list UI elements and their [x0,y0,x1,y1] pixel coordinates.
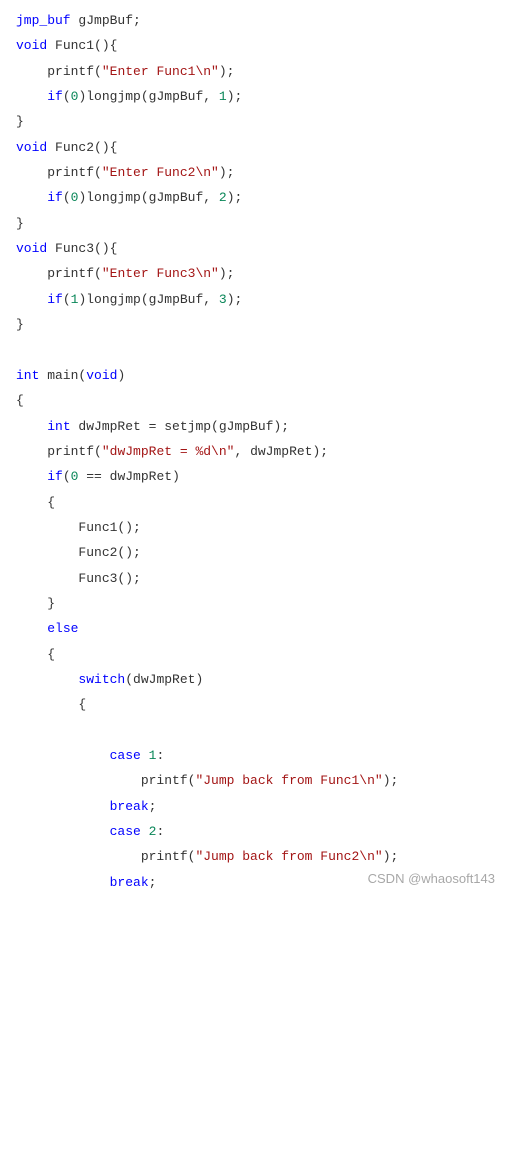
paren: ( [94,64,102,79]
string-literal: "Enter Func1\n" [102,64,219,79]
semi: ; [149,799,157,814]
paren: ); [219,266,235,281]
paren: ); [383,849,399,864]
paren: ( [63,89,71,104]
function-name: main( [39,368,86,383]
text: ); [227,89,243,104]
paren: ( [63,469,71,484]
space [141,824,149,839]
text: ); [227,292,243,307]
brace: { [47,495,55,510]
paren: ); [219,165,235,180]
paren: ( [63,190,71,205]
paren: ); [219,64,235,79]
paren: ); [383,773,399,788]
keyword-int: int [47,419,70,434]
call-printf: printf [47,266,94,281]
call-printf: printf [47,64,94,79]
keyword-if: if [47,190,63,205]
call-printf: printf [141,773,188,788]
identifier: gJmpBuf; [71,13,141,28]
string-literal: "Jump back from Func2\n" [195,849,382,864]
text: )longjmp(gJmpBuf, [78,89,218,104]
brace: { [78,697,86,712]
semi: ; [149,875,157,890]
paren: ( [94,444,102,459]
paren: ( [63,292,71,307]
keyword-if: if [47,292,63,307]
brace: } [16,216,24,231]
brace: { [47,647,55,662]
call-printf: printf [47,444,94,459]
call: Func2(); [78,545,140,560]
function-name: Func1(){ [47,38,117,53]
text: )longjmp(gJmpBuf, [78,190,218,205]
keyword-case: case [110,748,141,763]
call: Func1(); [78,520,140,535]
function-name: Func2(){ [47,140,117,155]
keyword-void: void [16,140,47,155]
code-block: jmp_buf gJmpBuf; void Func1(){ printf("E… [16,8,507,895]
keyword-switch: switch [78,672,125,687]
text: ); [227,190,243,205]
string-literal: "Jump back from Func1\n" [195,773,382,788]
number: 1 [219,89,227,104]
keyword-break: break [110,875,149,890]
string-literal: "Enter Func3\n" [102,266,219,281]
colon: : [156,748,164,763]
text: dwJmpRet = setjmp(gJmpBuf); [71,419,289,434]
call-printf: printf [141,849,188,864]
number: 3 [219,292,227,307]
brace: { [16,393,24,408]
keyword-if: if [47,89,63,104]
text: , dwJmpRet); [234,444,328,459]
keyword-break: break [110,799,149,814]
keyword-case: case [110,824,141,839]
space [141,748,149,763]
string-literal: "dwJmpRet = %d\n" [102,444,235,459]
brace: } [16,114,24,129]
text: (dwJmpRet) [125,672,203,687]
paren: ( [94,266,102,281]
colon: : [156,824,164,839]
function-name: Func3(){ [47,241,117,256]
keyword-int: int [16,368,39,383]
number: 2 [219,190,227,205]
text: )longjmp(gJmpBuf, [78,292,218,307]
paren: ) [117,368,125,383]
brace: } [16,317,24,332]
keyword-void: void [16,241,47,256]
paren: ( [94,165,102,180]
call-printf: printf [47,165,94,180]
text: == dwJmpRet) [78,469,179,484]
keyword-else: else [47,621,78,636]
call: Func3(); [78,571,140,586]
type-keyword: jmp_buf [16,13,71,28]
string-literal: "Enter Func2\n" [102,165,219,180]
keyword-void: void [86,368,117,383]
keyword-void: void [16,38,47,53]
brace: } [47,596,55,611]
keyword-if: if [47,469,63,484]
